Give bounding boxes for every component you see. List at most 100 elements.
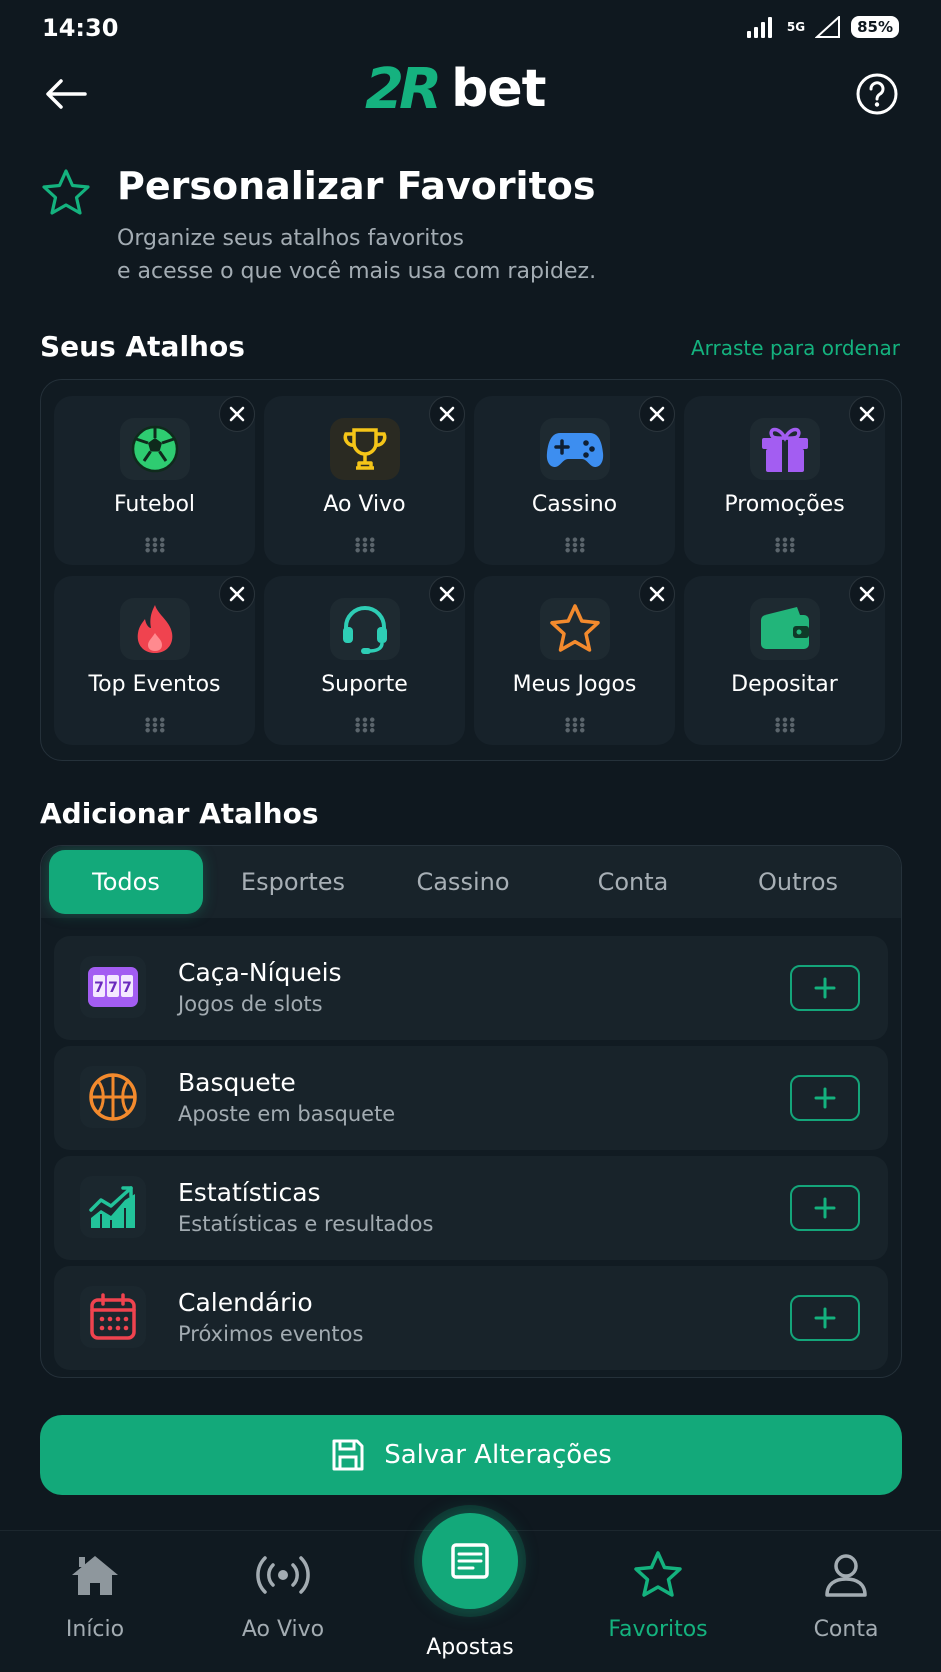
svg-text:7: 7 bbox=[94, 980, 104, 996]
logo-mark: 2R bbox=[365, 56, 442, 122]
list-item-estatisticas: Estatísticas Estatísticas e resultados bbox=[54, 1156, 888, 1260]
save-button-label: Salvar Alterações bbox=[384, 1440, 612, 1470]
shortcuts-panel: Futebol Ao Vivo Cassino Promoções Top Ev… bbox=[40, 379, 902, 761]
subtitle-line-1: Organize seus atalhos favoritos bbox=[117, 226, 464, 251]
nav-label: Apostas bbox=[426, 1635, 514, 1660]
add-shortcut-button[interactable] bbox=[790, 1185, 860, 1231]
chart-icon bbox=[89, 1186, 135, 1228]
arrow-left-icon bbox=[46, 79, 87, 109]
remove-shortcut-button[interactable] bbox=[219, 576, 255, 612]
nav-item-inicio[interactable]: Início bbox=[1, 1531, 189, 1672]
gamepad-icon bbox=[546, 433, 603, 467]
close-icon bbox=[649, 586, 665, 602]
shortcut-label: Depositar bbox=[731, 672, 838, 697]
shortcut-label: Suporte bbox=[321, 672, 408, 697]
add-shortcut-button[interactable] bbox=[790, 1075, 860, 1121]
add-shortcuts-section-title: Adicionar Atalhos bbox=[40, 797, 319, 830]
add-shortcut-button[interactable] bbox=[790, 1295, 860, 1341]
live-broadcast-icon bbox=[256, 1556, 310, 1594]
star-icon bbox=[634, 1551, 682, 1597]
tab-esportes[interactable]: Esportes bbox=[203, 850, 383, 914]
remove-shortcut-button[interactable] bbox=[429, 396, 465, 432]
shortcut-tile-ao-vivo[interactable]: Ao Vivo bbox=[264, 396, 465, 565]
list-item-caca-niqueis: 7 7 7 Caça-Níqueis Jogos de slots bbox=[54, 936, 888, 1040]
list-item-title: Estatísticas bbox=[178, 1178, 321, 1207]
nav-item-apostas[interactable]: Apostas bbox=[376, 1513, 564, 1672]
drag-handle-icon[interactable] bbox=[773, 717, 796, 733]
nav-item-ao-vivo[interactable]: Ao Vivo bbox=[189, 1531, 377, 1672]
drag-hint: Arraste para ordenar bbox=[690, 336, 900, 360]
user-icon bbox=[825, 1554, 867, 1597]
shortcut-tile-depositar[interactable]: Depositar bbox=[684, 576, 885, 745]
remove-shortcut-button[interactable] bbox=[429, 576, 465, 612]
logo-text: bet bbox=[451, 59, 546, 119]
shortcut-tile-suporte[interactable]: Suporte bbox=[264, 576, 465, 745]
betslip-button-circle[interactable] bbox=[422, 1513, 518, 1609]
shortcut-tile-promocoes[interactable]: Promoções bbox=[684, 396, 885, 565]
drag-handle-icon[interactable] bbox=[773, 537, 796, 553]
shortcut-label: Futebol bbox=[113, 492, 196, 517]
app-logo: 2R bet bbox=[365, 56, 546, 122]
back-button[interactable] bbox=[40, 68, 92, 120]
drag-handle-icon[interactable] bbox=[353, 537, 376, 553]
shortcut-tile-cassino[interactable]: Cassino bbox=[474, 396, 675, 565]
tab-todos[interactable]: Todos bbox=[49, 850, 203, 914]
add-shortcut-button[interactable] bbox=[790, 965, 860, 1011]
status-indicators: 5G 85% bbox=[746, 16, 899, 38]
shortcut-tile-meus-jogos[interactable]: Meus Jogos bbox=[474, 576, 675, 745]
page-subtitle: Organize seus atalhos favoritos e acesse… bbox=[117, 222, 837, 288]
remove-shortcut-button[interactable] bbox=[219, 396, 255, 432]
close-icon bbox=[649, 406, 665, 422]
shortcut-tile-futebol[interactable]: Futebol bbox=[54, 396, 255, 565]
slot-machine-icon: 7 7 7 bbox=[88, 967, 138, 1007]
list-item-subtitle: Estatísticas e resultados bbox=[178, 1212, 434, 1236]
nav-label: Início bbox=[65, 1617, 125, 1642]
close-icon bbox=[859, 406, 875, 422]
shortcut-label: Ao Vivo bbox=[323, 492, 406, 517]
nav-label: Favoritos bbox=[608, 1617, 708, 1642]
shortcut-tile-top-eventos[interactable]: Top Eventos bbox=[54, 576, 255, 745]
help-button[interactable] bbox=[853, 70, 901, 118]
shortcut-label: Top Eventos bbox=[88, 672, 221, 697]
drag-handle-icon[interactable] bbox=[353, 717, 376, 733]
betslip-icon bbox=[451, 1543, 489, 1579]
drag-handle-icon[interactable] bbox=[563, 537, 586, 553]
subtitle-line-2: e acesse o que você mais usa com rapidez… bbox=[117, 259, 597, 284]
plus-icon bbox=[814, 977, 836, 999]
floppy-disk-icon bbox=[332, 1439, 364, 1471]
drag-handle-icon[interactable] bbox=[563, 717, 586, 733]
nav-label: Ao Vivo bbox=[241, 1617, 325, 1642]
list-item-subtitle: Próximos eventos bbox=[178, 1322, 364, 1346]
bottom-navigation: Início Ao Vivo Apostas Favoritos Conta bbox=[0, 1513, 941, 1672]
remove-shortcut-button[interactable] bbox=[639, 396, 675, 432]
calendar-icon bbox=[90, 1293, 136, 1340]
list-item-basquete: Basquete Aposte em basquete bbox=[54, 1046, 888, 1150]
shortcut-label: Promoções bbox=[724, 492, 845, 517]
nav-item-conta[interactable]: Conta bbox=[752, 1531, 940, 1672]
nav-label: Conta bbox=[813, 1617, 879, 1642]
shortcuts-section-title: Seus Atalhos bbox=[40, 330, 245, 363]
remove-shortcut-button[interactable] bbox=[639, 576, 675, 612]
close-icon bbox=[229, 406, 245, 422]
tab-cassino[interactable]: Cassino bbox=[383, 850, 543, 914]
fire-icon bbox=[137, 605, 172, 653]
wallet-icon bbox=[760, 607, 809, 649]
star-icon bbox=[549, 604, 600, 652]
nav-item-favoritos[interactable]: Favoritos bbox=[564, 1531, 752, 1672]
svg-text:7: 7 bbox=[122, 980, 132, 996]
plus-icon bbox=[814, 1197, 836, 1219]
drag-handle-icon[interactable] bbox=[143, 537, 166, 553]
category-tabs: Todos Esportes Cassino Conta Outros bbox=[41, 846, 901, 918]
remove-shortcut-button[interactable] bbox=[849, 576, 885, 612]
save-changes-button[interactable]: Salvar Alterações bbox=[40, 1415, 902, 1495]
list-item-title: Calendário bbox=[178, 1288, 313, 1317]
drag-handle-icon[interactable] bbox=[143, 717, 166, 733]
svg-text:7: 7 bbox=[108, 980, 118, 996]
tab-outros[interactable]: Outros bbox=[723, 850, 873, 914]
close-icon bbox=[229, 586, 245, 602]
close-icon bbox=[439, 406, 455, 422]
remove-shortcut-button[interactable] bbox=[849, 396, 885, 432]
tab-conta[interactable]: Conta bbox=[543, 850, 723, 914]
battery-indicator: 85% bbox=[851, 16, 899, 38]
close-icon bbox=[439, 586, 455, 602]
